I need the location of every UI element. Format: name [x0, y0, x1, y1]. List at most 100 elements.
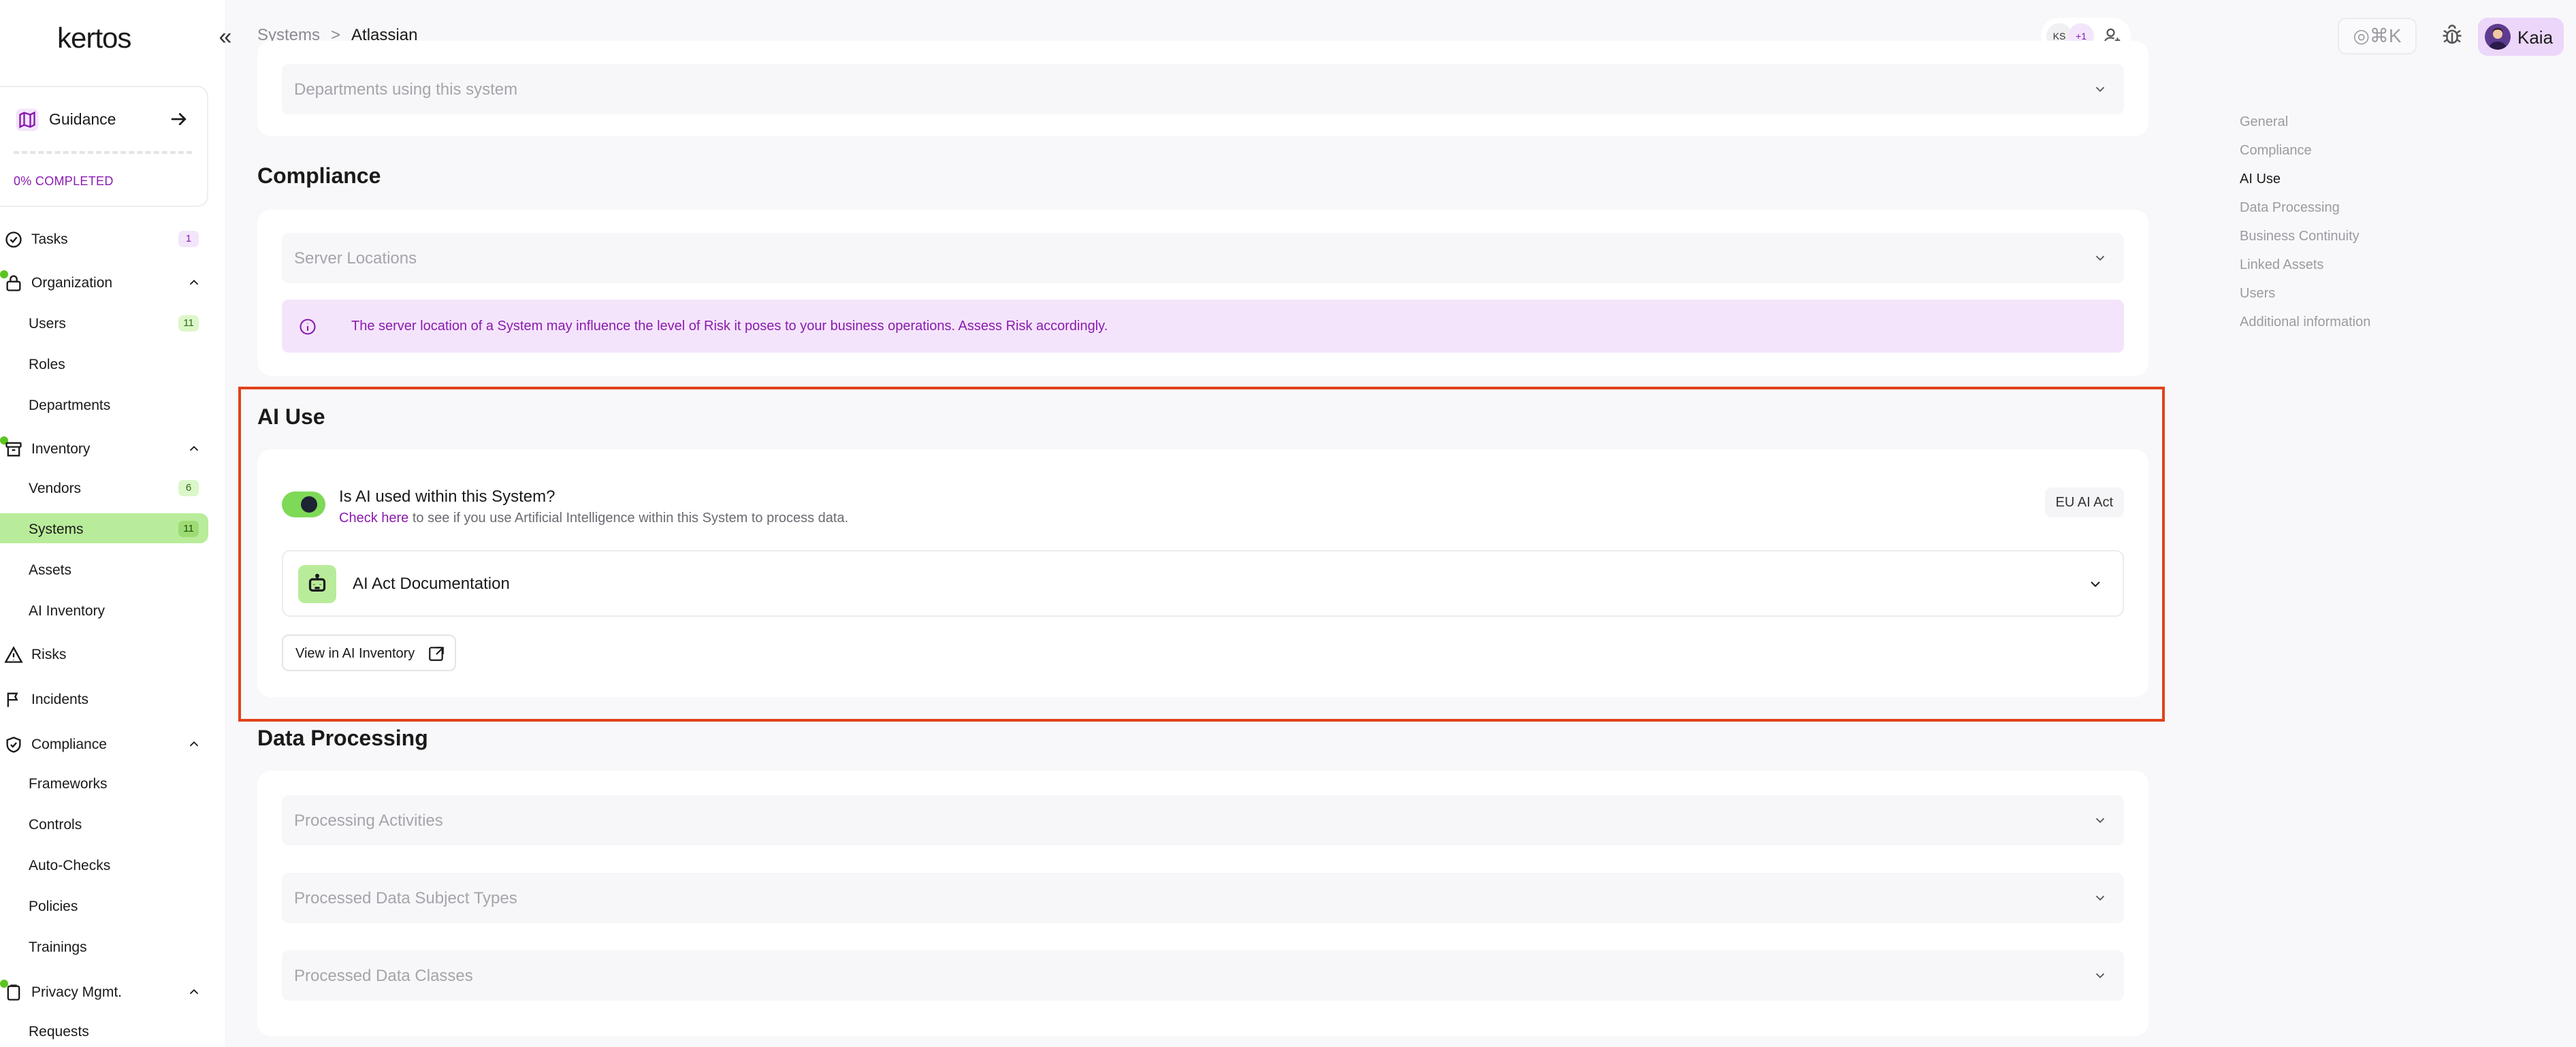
app-logo[interactable]: kertos — [57, 22, 131, 54]
archive-icon — [5, 442, 22, 457]
section-title-ai-use: AI Use — [257, 404, 325, 429]
accordion-label: Server Locations — [294, 249, 417, 268]
lock-icon — [6, 275, 21, 291]
sidebar-item-controls[interactable]: Controls — [0, 809, 208, 839]
view-in-ai-inventory-label: View in AI Inventory — [295, 646, 415, 661]
compass-icon: ◎ — [2353, 25, 2370, 46]
toc-item-ai-use[interactable]: AI Use — [2240, 172, 2281, 187]
user-menu[interactable]: Kaia — [2478, 18, 2564, 56]
sidebar-item-label: Systems — [29, 521, 84, 537]
check-circle-icon — [5, 231, 22, 248]
view-in-ai-inventory-button[interactable]: View in AI Inventory — [282, 634, 456, 671]
toc-item-compliance[interactable]: Compliance — [2240, 143, 2312, 159]
chevron-down-icon — [2091, 581, 2100, 587]
sidebar-item-users[interactable]: Users 11 — [0, 308, 208, 338]
ai-use-card: Is AI used within this System? Check her… — [257, 449, 2148, 697]
accordion-label: Processed Data Subject Types — [294, 889, 517, 907]
section-title-data-processing: Data Processing — [257, 726, 428, 750]
flag-icon — [7, 692, 18, 707]
ai-act-documentation-accordion[interactable]: AI Act Documentation — [282, 550, 2124, 617]
departments-accordion[interactable]: Departments using this system — [282, 64, 2124, 114]
sidebar-item-incidents[interactable]: Incidents — [0, 683, 208, 713]
sidebar-item-auto-checks[interactable]: Auto-Checks — [0, 850, 208, 880]
sidebar-item-requests[interactable]: Requests — [0, 1016, 208, 1046]
sidebar-item-assets[interactable]: Assets — [0, 554, 208, 584]
sidebar-item-label: Roles — [29, 357, 65, 372]
sidebar: kertos Guidance 0% COMPLETED Tasks 1 Org… — [0, 0, 225, 1047]
sidebar-item-frameworks[interactable]: Frameworks — [0, 768, 208, 798]
sidebar-item-risks[interactable]: Risks — [0, 639, 208, 669]
sidebar-item-inventory[interactable]: Inventory — [0, 433, 208, 463]
count-badge: 11 — [178, 521, 199, 537]
sidebar-item-systems[interactable]: Systems 11 — [0, 513, 208, 543]
sidebar-item-label: Tasks — [31, 231, 68, 247]
guidance-label: Guidance — [49, 110, 116, 128]
ai-used-toggle[interactable] — [282, 492, 325, 517]
sidebar-item-policies[interactable]: Policies — [0, 890, 208, 920]
arrow-right-icon[interactable] — [169, 109, 189, 129]
command-palette-button[interactable]: ◎⌘K — [2338, 18, 2417, 54]
double-chevron-left-icon[interactable]: « — [213, 25, 238, 49]
guidance-card[interactable]: Guidance 0% COMPLETED — [0, 86, 208, 207]
server-locations-accordion[interactable]: Server Locations — [282, 233, 2124, 283]
sidebar-item-label: Departments — [29, 398, 111, 413]
accordion-label: Processed Data Classes — [294, 967, 473, 985]
info-icon — [300, 319, 316, 335]
sidebar-item-label: Inventory — [31, 441, 91, 457]
server-location-info-banner: The server location of a System may infl… — [282, 300, 2124, 353]
chevron-up-icon[interactable] — [187, 275, 202, 290]
accordion-label: Processing Activities — [294, 811, 443, 830]
sidebar-item-label: Auto-Checks — [29, 858, 111, 873]
toc-item-general[interactable]: General — [2240, 114, 2288, 130]
sidebar-item-label: Controls — [29, 817, 82, 833]
count-badge: 1 — [178, 231, 199, 247]
general-card: Departments using this system — [257, 41, 2148, 136]
compliance-card: Server Locations The server location of … — [257, 210, 2148, 376]
info-text: The server location of a System may infl… — [351, 319, 1108, 334]
chevron-up-icon[interactable] — [187, 737, 202, 752]
chevron-down-icon — [2095, 86, 2105, 93]
sidebar-item-trainings[interactable]: Trainings — [0, 931, 208, 961]
data-processing-card: Processing Activities Processed Data Sub… — [257, 771, 2148, 1036]
guidance-progress-bar — [14, 151, 192, 154]
check-here-link[interactable]: Check here — [339, 511, 408, 526]
avatar — [2485, 24, 2511, 50]
sidebar-item-compliance[interactable]: Compliance — [0, 728, 208, 758]
eu-ai-act-badge[interactable]: EU AI Act — [2044, 487, 2124, 517]
sidebar-item-tasks[interactable]: Tasks 1 — [0, 223, 208, 253]
bug-icon[interactable] — [2440, 22, 2464, 47]
sidebar-item-label: Compliance — [31, 737, 107, 752]
sidebar-item-organization[interactable]: Organization — [0, 267, 208, 297]
sidebar-item-roles[interactable]: Roles — [0, 349, 208, 378]
accordion-label: Departments using this system — [294, 80, 518, 99]
sidebar-item-privacy[interactable]: Privacy Mgmt. — [0, 976, 208, 1006]
processed-data-classes-accordion[interactable]: Processed Data Classes — [282, 950, 2124, 1001]
toc-item-users[interactable]: Users — [2240, 286, 2275, 302]
clipboard-icon — [7, 984, 20, 1001]
sidebar-item-label: Vendors — [29, 481, 82, 496]
sidebar-item-vendors[interactable]: Vendors 6 — [0, 472, 208, 502]
sidebar-item-label: Users — [29, 316, 66, 332]
ai-used-description-text: to see if you use Artificial Intelligenc… — [408, 511, 849, 526]
ai-act-documentation-label: AI Act Documentation — [353, 575, 510, 593]
robot-icon — [298, 565, 336, 603]
toc-item-additional-information[interactable]: Additional information — [2240, 315, 2370, 330]
shield-check-icon — [6, 737, 21, 753]
processing-activities-accordion[interactable]: Processing Activities — [282, 795, 2124, 845]
sidebar-item-label: Requests — [29, 1024, 89, 1040]
ai-used-question: Is AI used within this System? — [339, 487, 556, 506]
ai-used-description: Check here to see if you use Artificial … — [339, 511, 848, 526]
command-shortcut-label: ⌘K — [2369, 25, 2402, 46]
sidebar-item-label: Organization — [31, 275, 113, 291]
processed-data-subject-types-accordion[interactable]: Processed Data Subject Types — [282, 873, 2124, 923]
sidebar-item-label: Privacy Mgmt. — [31, 984, 123, 1000]
sidebar-item-label: Incidents — [31, 692, 89, 707]
toc-item-linked-assets[interactable]: Linked Assets — [2240, 257, 2323, 273]
sidebar-item-departments[interactable]: Departments — [0, 389, 208, 419]
toc-item-business-continuity[interactable]: Business Continuity — [2240, 229, 2360, 244]
sidebar-item-ai-inventory[interactable]: AI Inventory — [0, 595, 208, 625]
chevron-up-icon[interactable] — [187, 441, 202, 456]
toc-item-data-processing[interactable]: Data Processing — [2240, 200, 2340, 216]
chevron-up-icon[interactable] — [187, 984, 202, 999]
sidebar-item-label: Frameworks — [29, 776, 108, 792]
